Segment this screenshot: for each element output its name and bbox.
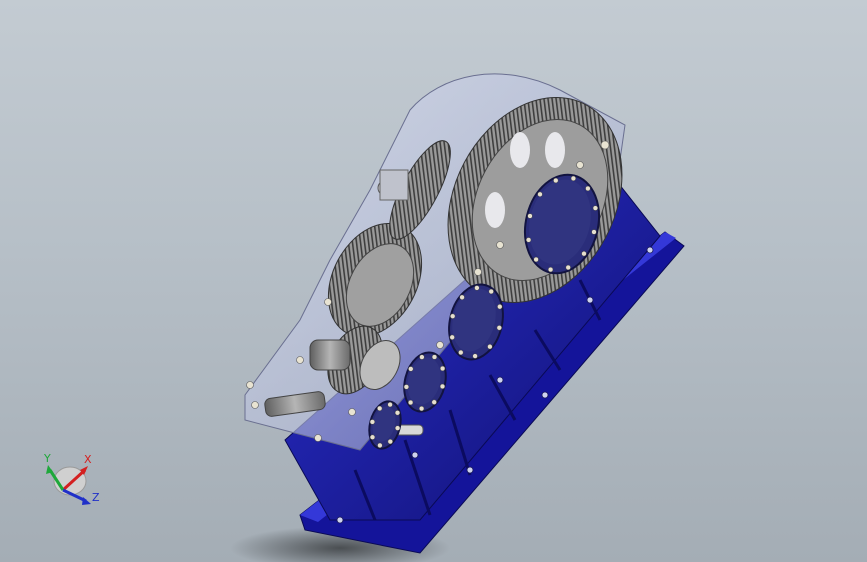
flange-bolt	[419, 354, 425, 360]
graphics-viewport[interactable]: X Y Z	[0, 0, 867, 562]
flange-bolt	[585, 185, 591, 192]
flange-bolt	[458, 349, 464, 356]
z-axis-label: Z	[92, 491, 100, 504]
flange-bolt	[431, 399, 437, 405]
flange-bolt	[533, 256, 539, 263]
orientation-triad[interactable]: X Y Z	[30, 448, 110, 518]
flange-bolt	[431, 354, 438, 360]
flange-bolt	[537, 191, 543, 197]
z-axis-arrow	[82, 497, 91, 505]
flange-bolt	[547, 266, 554, 273]
y-axis-label: Y	[43, 452, 51, 465]
flange-bolt	[439, 383, 446, 390]
flange-bolt	[387, 438, 393, 445]
flange-bolt	[527, 213, 533, 219]
flange-bolt	[407, 399, 414, 406]
flange-bolt	[418, 405, 425, 412]
x-axis-label: X	[84, 453, 92, 466]
flange-bolt	[377, 405, 383, 412]
flange-bolt	[459, 294, 465, 300]
flange-bolt	[474, 285, 480, 291]
flange-bolt	[591, 229, 597, 235]
flange-bolt	[581, 251, 587, 257]
flange-bolt	[553, 177, 559, 184]
flange-bolt	[403, 384, 410, 390]
flange-bolt	[496, 325, 502, 331]
flange-bolt	[449, 334, 455, 340]
flange-bolt	[570, 175, 577, 182]
flange-bolt	[565, 264, 571, 271]
flange-bolt	[439, 365, 446, 372]
flange-bolt	[387, 401, 393, 408]
flange-bolt	[592, 205, 599, 211]
flange-bolt	[394, 425, 401, 431]
flange-bolt	[394, 410, 401, 416]
flange-bolt	[408, 366, 414, 372]
flange-bolt	[369, 434, 376, 440]
flange-bolt	[497, 304, 503, 310]
flange-bolt	[488, 288, 494, 295]
flange-bolt	[487, 344, 493, 350]
flange-bolt	[369, 419, 376, 425]
flange-bolt	[525, 237, 532, 243]
flange-bolt	[450, 313, 456, 319]
gearbox-3d-model[interactable]	[0, 0, 867, 562]
flange-bolt	[472, 353, 478, 359]
flange-bolt	[377, 442, 383, 449]
